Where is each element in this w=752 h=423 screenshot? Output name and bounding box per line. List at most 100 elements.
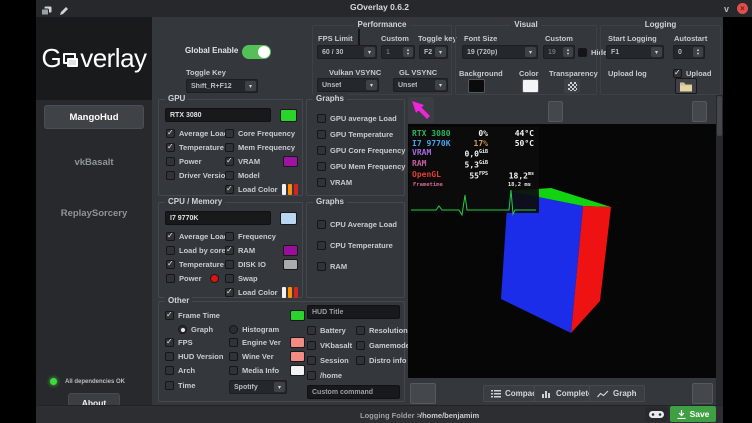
checkbox-mem-frequency[interactable]: Mem Frequency (225, 142, 298, 153)
checkbox-temperature[interactable]: Temperature (166, 259, 223, 270)
preview-scroll-right-button[interactable] (692, 101, 707, 122)
checkbox-media-info[interactable]: Media Info (229, 365, 305, 376)
radio-graph[interactable]: Graph (178, 324, 213, 335)
checkbox-ram[interactable]: RAM (317, 261, 404, 272)
gpu-color-swatch[interactable] (280, 109, 297, 122)
close-icon[interactable]: × (737, 3, 748, 14)
font-size-label: Font Size (464, 34, 497, 43)
color-swatch[interactable] (283, 245, 298, 256)
save-button[interactable]: Save (670, 406, 716, 422)
checkbox-vram[interactable]: VRAM (317, 177, 404, 188)
spinner-arrows-icon[interactable]: ▴▾ (693, 47, 703, 57)
color-swatch[interactable] (290, 351, 305, 362)
global-enable-toggle[interactable] (242, 45, 271, 59)
load-color-swatch[interactable] (282, 184, 298, 195)
gpu-name-input[interactable]: RTX 3080 (165, 108, 271, 122)
checkbox-hud-version[interactable]: HUD Version (165, 351, 227, 362)
sidebar-item-mangohud[interactable]: MangoHud (44, 105, 144, 129)
vulkan-vsync-select[interactable]: Unset ▾ (317, 78, 379, 92)
checkbox-disk-io[interactable]: DISK IO (225, 259, 298, 270)
color-swatch[interactable] (210, 274, 219, 283)
checkbox-swap[interactable]: Swap (225, 273, 298, 284)
checkbox-gamemode[interactable]: Gamemode (356, 340, 410, 351)
toggle-key-select[interactable]: Shift_R+F12 ▾ (186, 79, 258, 93)
checkbox-temperature[interactable]: Temperature (166, 142, 223, 153)
font-custom-spinner[interactable]: 19 ▴▾ (543, 45, 575, 59)
checkbox-time[interactable]: Time (165, 380, 225, 391)
checkbox-wine-ver[interactable]: Wine Ver (229, 351, 305, 362)
color-swatch[interactable] (290, 337, 305, 348)
gpu-title: GPU (165, 94, 188, 103)
spinner-arrows-icon[interactable]: ▴▾ (563, 47, 573, 57)
hud-title-input[interactable]: HUD Title (307, 305, 400, 319)
fps-limit-select[interactable]: 60 / 30 ▾ (317, 45, 377, 59)
checkbox-model[interactable]: Model (225, 170, 298, 181)
checkbox-core-frequency[interactable]: Core Frequency (225, 128, 298, 139)
checkbox-gpu-mem-frequency[interactable]: GPU Mem Frequency (317, 161, 404, 172)
checkbox-vram[interactable]: VRAM (225, 156, 298, 167)
checkbox-average-load[interactable]: Average Load (166, 128, 223, 139)
preview-corner-right-button[interactable] (692, 383, 713, 404)
checkbox-cpu-average-load[interactable]: CPU Average Load (317, 219, 404, 230)
graph-view-button[interactable]: Graph (589, 385, 645, 402)
spinner-arrows-icon[interactable]: ▴▾ (403, 47, 413, 57)
checkbox-cpu-temperature[interactable]: CPU Temperature (317, 240, 404, 251)
gamepad-button[interactable] (645, 407, 668, 422)
checkbox-load-color[interactable]: Load Color (225, 287, 298, 298)
minimize-chevron-icon[interactable]: v (724, 4, 729, 14)
load-color-swatch[interactable] (282, 287, 298, 298)
checkbox-resolution[interactable]: Resolution (356, 325, 410, 336)
checkbox-engine-ver[interactable]: Engine Ver (229, 337, 305, 348)
transparency-button[interactable] (564, 79, 580, 93)
fps-toggle-key-select[interactable]: F2 ▾ (419, 45, 448, 59)
checkbox-power[interactable]: Power (166, 273, 223, 284)
checkbox-load-color[interactable]: Load Color (225, 184, 298, 195)
text-color-swatch[interactable] (522, 79, 539, 93)
sidebar-item-replaysorcery[interactable]: ReplaySorcery (44, 201, 144, 225)
checkbox-average-load[interactable]: Average Load (166, 231, 223, 242)
checkbox-gpu-average-load[interactable]: GPU average Load (317, 113, 404, 124)
color-swatch[interactable] (290, 310, 305, 321)
color-swatch[interactable] (283, 259, 298, 270)
checkbox-load-by-core[interactable]: Load by core (166, 245, 223, 256)
hud-position-button[interactable] (408, 97, 434, 123)
checkbox-frame-time[interactable]: Frame Time (165, 310, 305, 321)
checkbox-distro-info[interactable]: Distro info (356, 355, 410, 366)
background-color-swatch[interactable] (468, 79, 485, 93)
preview-viewport[interactable]: RTX 30800%44°CI7 9770K17%50°CVRAM0,0GiBR… (408, 124, 716, 378)
cpu-name-input[interactable]: I7 9770K (165, 211, 271, 225)
media-player-select[interactable]: Spotify▾ (229, 380, 287, 394)
checkbox-fps[interactable]: FPS (165, 337, 227, 348)
checkbox-ram[interactable]: RAM (225, 245, 298, 256)
preview-scrollbar[interactable] (716, 95, 723, 405)
scrollbar-thumb[interactable] (717, 96, 722, 136)
custom-command-input[interactable]: Custom command (307, 385, 400, 399)
gl-vsync-select[interactable]: Unset ▾ (393, 78, 448, 92)
logging-folder-value[interactable]: /home/benjamim (420, 411, 479, 420)
checkbox-battery[interactable]: Battery (307, 325, 354, 336)
checkbox-power[interactable]: Power (166, 156, 223, 167)
start-logging-select[interactable]: F1 ▾ (606, 45, 664, 59)
preview-corner-left-button[interactable] (410, 383, 436, 404)
checkbox-gpu-temperature[interactable]: GPU Temperature (317, 129, 404, 140)
checkbox-session[interactable]: Session (307, 355, 354, 366)
fps-custom-spinner[interactable]: 1 ▴▾ (381, 45, 415, 59)
checkbox-box (307, 356, 316, 365)
sidebar-item-vkbasalt[interactable]: vkBasalt (44, 150, 144, 174)
cpu-color-swatch[interactable] (280, 212, 297, 225)
checkbox-label: Model (238, 171, 260, 180)
radio-histogram[interactable]: Histogram (229, 324, 279, 335)
dropdown-arrow-icon: ▾ (245, 81, 256, 91)
checkbox-arch[interactable]: Arch (165, 365, 227, 376)
color-swatch[interactable] (290, 365, 305, 376)
color-swatch[interactable] (283, 156, 298, 167)
preview-scroll-left-button[interactable] (548, 101, 563, 122)
checkbox-vkbasalt[interactable]: VKbasalt (307, 340, 354, 351)
checkbox-gpu-core-frequency[interactable]: GPU Core Frequency (317, 145, 404, 156)
font-size-select[interactable]: 19 (720p) ▾ (462, 45, 538, 59)
checkbox-home[interactable]: /home (307, 370, 400, 381)
checkbox-driver-version[interactable]: Driver Version (166, 170, 223, 181)
upload-folder-button[interactable] (675, 78, 697, 94)
checkbox-frequency[interactable]: Frequency (225, 231, 298, 242)
autostart-spinner[interactable]: 0 ▴▾ (673, 45, 705, 59)
